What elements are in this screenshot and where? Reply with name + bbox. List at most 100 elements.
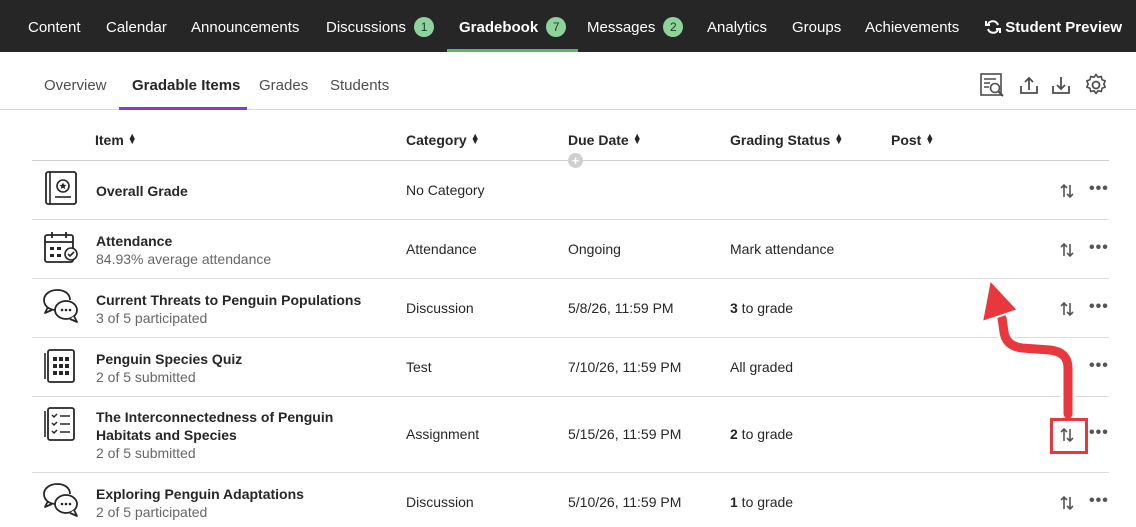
sort-icon: ▲ ▼: [470, 131, 480, 146]
item-title-link[interactable]: Exploring Penguin Adaptations: [96, 485, 386, 503]
tab-overview[interactable]: Overview: [44, 77, 107, 94]
table-row: Attendance 84.93% average attendance Att…: [32, 220, 1109, 279]
to-grade-label: to grade: [737, 494, 794, 510]
item-grading-status[interactable]: All graded: [730, 359, 793, 375]
more-options-icon[interactable]: •••: [1089, 492, 1109, 510]
settings-gear-icon[interactable]: [1083, 72, 1109, 98]
nav-discussions-label: Discussions: [326, 19, 407, 36]
sort-icon: ▲ ▼: [127, 131, 137, 146]
item-title-link[interactable]: The Interconnectedness of Penguin Habita…: [96, 408, 386, 444]
item-category: Attendance: [406, 241, 477, 257]
nav-gradebook-label: Gradebook: [459, 19, 539, 36]
to-grade-count: 3: [730, 300, 738, 316]
download-icon[interactable]: [1048, 72, 1074, 98]
test-icon: [44, 349, 75, 383]
item-subtitle: 84.93% average attendance: [96, 251, 272, 267]
sort-icon: ▲ ▼: [834, 131, 844, 146]
column-header-due-date[interactable]: Due Date ▲ ▼: [568, 131, 642, 149]
item-grading-status[interactable]: 1 to grade: [730, 494, 793, 510]
active-tab-indicator: [119, 107, 247, 110]
top-navigation: Content Calendar Announcements Discussio…: [0, 0, 1136, 52]
column-header-category-label: Category: [406, 132, 467, 148]
item-grading-status[interactable]: Mark attendance: [730, 241, 834, 257]
to-grade-count: 1: [730, 494, 738, 510]
upload-icon[interactable]: [1016, 72, 1042, 98]
table-row: Current Threats to Penguin Populations 3…: [32, 279, 1109, 338]
item-category: Discussion: [406, 300, 474, 316]
gradebook-icon: [45, 171, 77, 205]
column-header-category[interactable]: Category ▲ ▼: [406, 131, 480, 149]
refresh-icon: [985, 20, 1002, 34]
table-row: Penguin Species Quiz 2 of 5 submitted Te…: [32, 338, 1109, 397]
column-header-grading-status-label: Grading Status: [730, 132, 831, 148]
item-title-link[interactable]: Current Threats to Penguin Populations: [96, 291, 386, 309]
discussions-count-badge: 1: [414, 17, 435, 37]
item-due-date: Ongoing: [568, 241, 621, 257]
column-header-item-label: Item: [95, 132, 124, 148]
item-due-date: 5/8/26, 11:59 PM: [568, 300, 674, 316]
item-subtitle: 2 of 5 participated: [96, 504, 208, 520]
student-preview-label: Student Preview: [1005, 19, 1122, 36]
nav-achievements[interactable]: Achievements: [865, 0, 959, 52]
reorder-icon[interactable]: [1059, 495, 1075, 511]
nav-gradebook[interactable]: Gradebook 7: [446, 0, 579, 52]
item-due-date: 5/15/26, 11:59 PM: [568, 426, 682, 442]
item-due-date: 7/10/26, 11:59 PM: [568, 359, 682, 375]
item-category: No Category: [406, 182, 485, 198]
tab-students[interactable]: Students: [330, 77, 389, 94]
more-options-icon[interactable]: •••: [1089, 424, 1109, 442]
nav-discussions[interactable]: Discussions 1: [326, 0, 435, 52]
item-subtitle: 3 of 5 participated: [96, 310, 208, 326]
column-header-post-label: Post: [891, 132, 922, 148]
table-row: Overall Grade No Category •••: [32, 161, 1109, 220]
nav-content[interactable]: Content: [28, 0, 81, 52]
nav-calendar[interactable]: Calendar: [106, 0, 167, 52]
item-title-link[interactable]: Overall Grade: [96, 182, 386, 200]
sort-icon: ▲ ▼: [925, 131, 935, 146]
tab-gradable-items[interactable]: Gradable Items: [132, 77, 240, 94]
messages-count-badge: 2: [663, 17, 684, 37]
column-header-item[interactable]: Item ▲ ▼: [95, 131, 137, 149]
to-grade-label: to grade: [737, 300, 794, 316]
nav-groups[interactable]: Groups: [792, 0, 841, 52]
item-grading-status[interactable]: 3 to grade: [730, 300, 793, 316]
calendar-check-icon: [44, 232, 78, 263]
nav-messages-label: Messages: [587, 19, 656, 36]
sort-icon: ▲ ▼: [632, 131, 642, 146]
grading-search-icon[interactable]: [979, 72, 1005, 98]
more-options-icon[interactable]: •••: [1089, 298, 1109, 316]
gradebook-count-badge: 7: [546, 17, 567, 37]
item-subtitle: 2 of 5 submitted: [96, 445, 196, 461]
item-subtitle: 2 of 5 submitted: [96, 369, 196, 385]
assignment-icon: [44, 407, 75, 441]
to-grade-label: to grade: [737, 426, 794, 442]
discussion-icon: [43, 289, 78, 323]
more-options-icon[interactable]: •••: [1089, 180, 1109, 198]
table-row: Exploring Penguin Adaptations 2 of 5 par…: [32, 473, 1109, 527]
student-preview-button[interactable]: Student Preview: [985, 0, 1122, 52]
nav-analytics[interactable]: Analytics: [707, 0, 767, 52]
annotation-highlight-box: [1050, 418, 1088, 454]
more-options-icon[interactable]: •••: [1089, 357, 1109, 375]
item-category: Discussion: [406, 494, 474, 510]
table-row: The Interconnectedness of Penguin Habita…: [32, 397, 1109, 473]
item-title-link[interactable]: Attendance: [96, 232, 386, 250]
column-header-post[interactable]: Post ▲ ▼: [891, 131, 935, 149]
more-options-icon[interactable]: •••: [1089, 239, 1109, 257]
item-category: Test: [406, 359, 432, 375]
reorder-icon[interactable]: [1059, 183, 1075, 199]
item-category: Assignment: [406, 426, 480, 442]
nav-announcements[interactable]: Announcements: [191, 0, 299, 52]
reorder-icon[interactable]: [1059, 242, 1075, 258]
column-header-due-date-label: Due Date: [568, 132, 629, 148]
discussion-icon: [43, 483, 78, 517]
gradebook-subtabs: Overview Gradable Items Grades Students: [0, 52, 1136, 110]
annotation-arrow: [981, 279, 1075, 418]
item-title-link[interactable]: Penguin Species Quiz: [96, 350, 386, 368]
nav-messages[interactable]: Messages 2: [587, 0, 684, 52]
column-header-grading-status[interactable]: Grading Status ▲ ▼: [730, 131, 844, 149]
item-grading-status[interactable]: 2 to grade: [730, 426, 793, 442]
to-grade-count: 2: [730, 426, 738, 442]
tab-grades[interactable]: Grades: [259, 77, 308, 94]
item-due-date: 5/10/26, 11:59 PM: [568, 494, 682, 510]
